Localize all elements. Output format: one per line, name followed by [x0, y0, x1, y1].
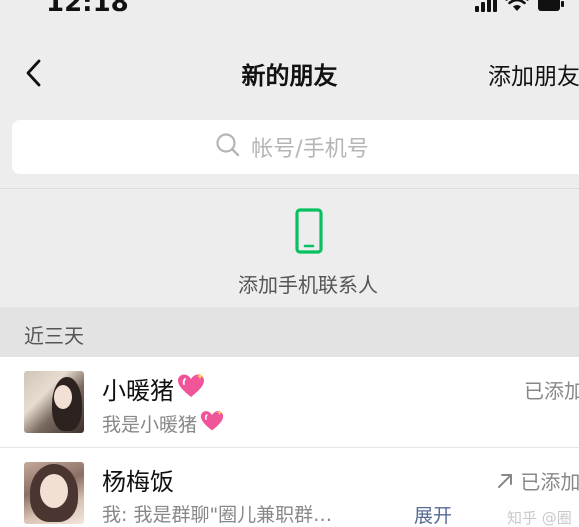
status-label: 已添加 — [520, 470, 579, 494]
add-phone-contacts-label: 添加手机联系人 — [238, 273, 378, 297]
search-icon — [215, 132, 241, 162]
sparkling-heart-icon — [176, 372, 206, 406]
friend-request-item[interactable]: 杨梅饭 我: 我是群聊"圈儿兼职群… 展开 已添加 — [0, 447, 579, 527]
avatar — [24, 462, 84, 524]
friend-message-row: 我是小暖猪 — [102, 409, 225, 438]
friend-name-row: 杨梅饭 — [102, 462, 174, 497]
status-icons — [475, 0, 565, 12]
status-badge: 已添加 — [524, 379, 579, 403]
expand-link[interactable]: 展开 — [414, 501, 452, 527]
friend-message-row: 我: 我是群聊"圈儿兼职群… — [102, 500, 332, 527]
status-time: 12:18 — [46, 0, 129, 18]
nav-bar: 新的朋友 添加朋友 — [0, 40, 579, 104]
search-input[interactable]: 帐号/手机号 — [12, 120, 579, 174]
wifi-icon — [505, 0, 529, 12]
section-header-label: 近三天 — [24, 324, 84, 348]
status-bar: 12:18 — [0, 0, 579, 20]
friend-name-row: 小暖猪 — [102, 371, 206, 406]
friend-request-list: 小暖猪 我是小暖猪 已添加 杨梅饭 我: 我是群聊"圈儿兼职群… 展开 已添加 — [0, 357, 579, 527]
watermark: 知乎 @圈 — [507, 509, 572, 527]
phone-icon — [295, 208, 323, 258]
friend-message: 我是小暖猪 — [102, 414, 198, 436]
add-friend-button[interactable]: 添加朋友 — [488, 57, 579, 91]
signal-icon — [475, 0, 497, 12]
friend-name: 小暖猪 — [102, 377, 174, 405]
arrow-up-right-icon — [496, 470, 520, 494]
status-badge: 已添加 — [496, 466, 579, 495]
battery-icon — [537, 0, 565, 12]
add-phone-contacts-button[interactable]: 添加手机联系人 — [0, 189, 579, 307]
sparkling-heart-icon — [199, 409, 225, 438]
search-placeholder: 帐号/手机号 — [251, 137, 369, 162]
friend-message: 我: 我是群聊"圈儿兼职群… — [102, 504, 333, 526]
section-header: 近三天 — [0, 307, 579, 357]
avatar — [24, 371, 84, 433]
friend-name: 杨梅饭 — [102, 468, 174, 496]
friend-request-item[interactable]: 小暖猪 我是小暖猪 已添加 — [0, 357, 579, 447]
